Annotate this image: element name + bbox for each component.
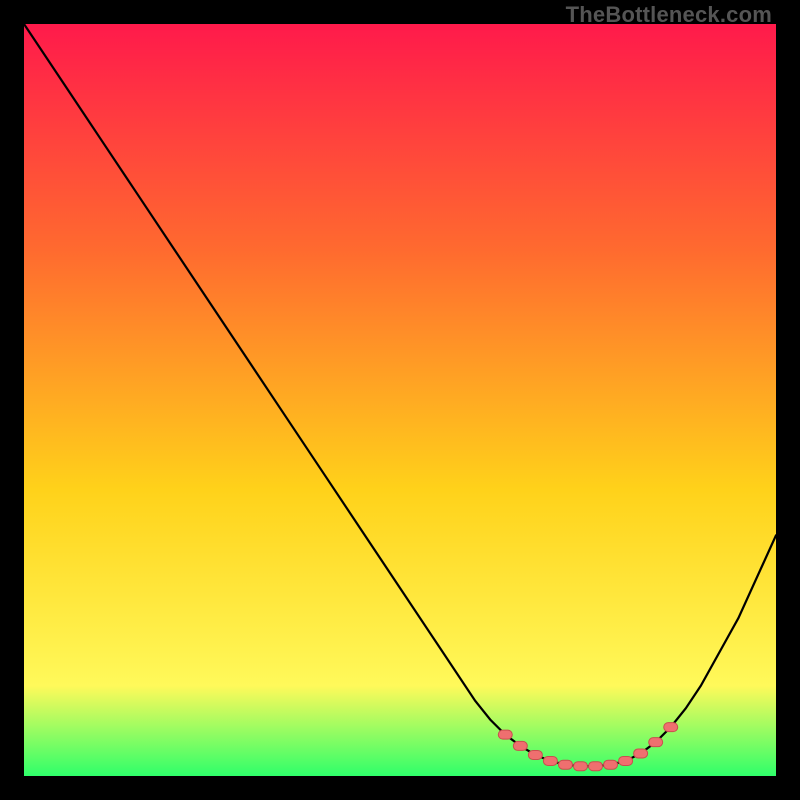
marker-point [604, 760, 618, 769]
marker-point [619, 756, 633, 765]
marker-point [543, 756, 557, 765]
marker-point [498, 730, 512, 739]
marker-point [573, 762, 587, 771]
marker-point [558, 760, 572, 769]
chart-frame [24, 24, 776, 776]
marker-point [513, 741, 527, 750]
marker-point [589, 762, 603, 771]
marker-point [634, 749, 648, 758]
gradient-background [24, 24, 776, 776]
marker-point [649, 738, 663, 747]
marker-point [664, 723, 678, 732]
bottleneck-chart [24, 24, 776, 776]
marker-point [528, 750, 542, 759]
